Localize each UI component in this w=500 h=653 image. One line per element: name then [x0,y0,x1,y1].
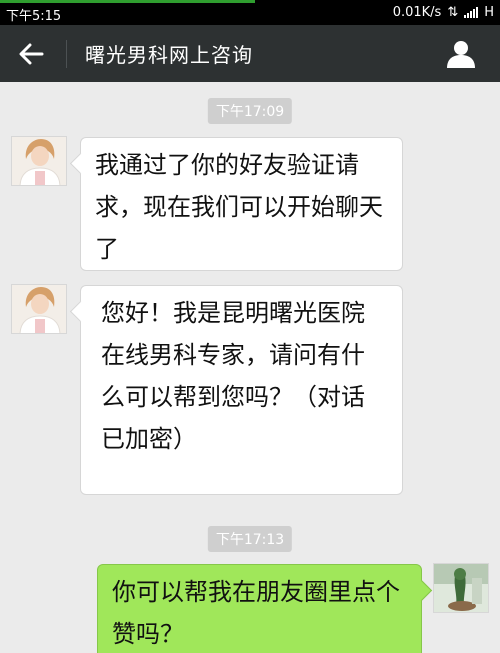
back-button[interactable] [14,37,48,71]
arrow-left-icon [19,43,44,65]
message-timestamp: 下午17:09 [207,98,293,124]
status-right: 0.01K/s ⇅ H [393,5,494,20]
incoming-message-bubble[interactable]: 您好！我是昆明曙光医院在线男科专家，请问有什么可以帮到您吗？（对话已加密） [80,285,403,495]
message-text: 你可以帮我在朋友圈里点个赞吗？ [112,578,400,648]
doctor-photo-icon [12,137,66,185]
outgoing-message-bubble[interactable]: 你可以帮我在朋友圈里点个赞吗？ [97,564,422,653]
user-avatar[interactable] [433,563,489,613]
title-divider [66,40,67,68]
doctor-photo-icon [12,285,66,333]
status-progress-line [0,0,255,3]
message-timestamp: 下午17:13 [207,526,293,552]
user-photo-icon [434,564,488,612]
status-bar: 下午5:15 0.01K/s ⇅ H [0,0,500,25]
chat-title: 曙光男科网上咨询 [85,43,253,67]
status-time: 下午5:15 [6,9,62,24]
chat-info-button[interactable] [444,37,478,71]
person-icon [447,41,475,68]
sync-icon: ⇅ [447,5,459,20]
message-text: 我通过了你的好友验证请求，现在我们可以开始聊天了 [95,151,383,263]
signal-icon [464,7,479,18]
incoming-message-bubble[interactable]: 我通过了你的好友验证请求，现在我们可以开始聊天了 [80,137,403,271]
network-type: H [484,5,494,20]
network-speed: 0.01K/s [392,5,442,20]
message-text: 您好！我是昆明曙光医院在线男科专家，请问有什么可以帮到您吗？（对话已加密） [101,299,365,453]
doctor-avatar[interactable] [11,136,67,186]
doctor-avatar[interactable] [11,284,67,334]
title-bar: 曙光男科网上咨询 [0,25,500,82]
